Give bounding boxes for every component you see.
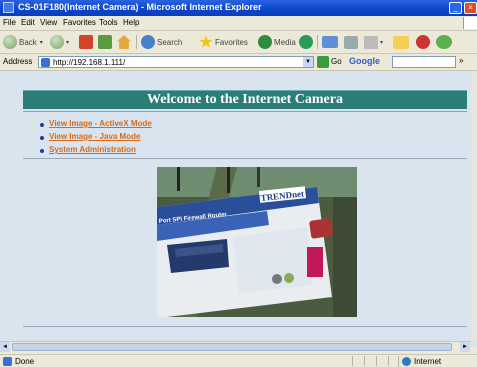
go-arrow-icon[interactable] xyxy=(317,56,329,68)
favorites-label: Favorites xyxy=(215,37,248,47)
menu-bar: File Edit View Favorites Tools Help xyxy=(0,16,477,31)
history-button[interactable] xyxy=(299,34,315,50)
menu-tools[interactable]: Tools xyxy=(99,18,118,27)
forward-button[interactable]: ▾ xyxy=(50,34,69,50)
page-content: Welcome to the Internet Camera View Imag… xyxy=(0,71,477,347)
back-button[interactable]: Back ▾ xyxy=(3,34,43,50)
heading-divider xyxy=(23,111,467,112)
edit-icon xyxy=(364,35,378,49)
favorites-star-icon xyxy=(199,35,213,48)
search-label: Search xyxy=(157,37,183,47)
forward-arrow-icon xyxy=(50,35,64,49)
scroll-right-icon[interactable]: ► xyxy=(460,342,470,352)
address-bar: Address http://192.168.1.111/ ▼ Go Googl… xyxy=(0,54,477,71)
mail-button[interactable] xyxy=(322,34,338,50)
menu-help[interactable]: Help xyxy=(123,18,139,27)
page-icon xyxy=(41,58,50,67)
toolbar-separator xyxy=(136,35,137,49)
camera-image: TRENDnet Port SPI Firewall Router xyxy=(157,167,357,317)
search-icon xyxy=(141,35,155,49)
close-button[interactable]: × xyxy=(464,2,477,14)
stop-button[interactable] xyxy=(79,34,93,50)
edit-button[interactable]: ▾ xyxy=(364,34,383,50)
address-label: Address xyxy=(3,57,33,66)
link-activex-mode[interactable]: View Image - ActiveX Mode xyxy=(49,119,152,128)
media-button[interactable]: Media xyxy=(258,34,296,50)
status-text: Done xyxy=(15,357,35,366)
refresh-button[interactable] xyxy=(98,34,112,50)
link-system-administration[interactable]: System Administration xyxy=(49,145,136,154)
print-button[interactable] xyxy=(344,34,358,50)
standard-toolbar: Back ▾ ▾ Search Favorites Media ▾ xyxy=(0,31,477,54)
bullet-icon xyxy=(40,149,44,153)
links-divider xyxy=(23,158,467,159)
image-divider xyxy=(23,326,467,327)
browser-window: CS-01F180(Internet Camera) - Microsoft I… xyxy=(0,0,477,367)
print-icon xyxy=(344,35,358,49)
bullet-icon xyxy=(40,123,44,127)
messenger-icon xyxy=(436,35,452,49)
home-button[interactable] xyxy=(117,34,131,50)
stop-icon xyxy=(79,35,93,49)
vertical-scrollbar[interactable] xyxy=(471,71,477,341)
messenger-button[interactable] xyxy=(436,34,452,50)
back-arrow-icon xyxy=(3,35,17,49)
address-url[interactable]: http://192.168.1.111/ xyxy=(53,58,125,67)
mail-icon xyxy=(322,36,338,48)
security-zone: Internet xyxy=(398,356,477,367)
go-button[interactable]: Go xyxy=(331,57,342,66)
globe-icon xyxy=(402,357,411,366)
toolbar-separator xyxy=(317,35,318,49)
folder-button[interactable] xyxy=(393,34,409,50)
zone-label: Internet xyxy=(414,357,442,366)
status-cell xyxy=(352,356,363,366)
title-bar: CS-01F180(Internet Camera) - Microsoft I… xyxy=(0,0,477,16)
horizontal-scrollbar[interactable]: ◄ ► xyxy=(0,341,471,353)
search-button[interactable]: Search xyxy=(141,34,182,50)
address-input[interactable]: http://192.168.1.111/ ▼ xyxy=(38,56,314,68)
menu-view[interactable]: View xyxy=(40,18,57,27)
folder-icon xyxy=(393,35,409,49)
address-dropdown-icon[interactable]: ▼ xyxy=(303,57,313,67)
edit-dropdown-icon[interactable]: ▾ xyxy=(380,39,383,46)
status-bar: Done Internet xyxy=(0,354,477,367)
status-page-icon xyxy=(3,357,12,366)
menu-favorites[interactable]: Favorites xyxy=(63,18,96,27)
msn-butterfly-icon xyxy=(416,35,430,49)
minimize-button[interactable]: _ xyxy=(449,2,462,14)
google-toolbar-logo[interactable]: Google xyxy=(349,56,380,66)
media-icon xyxy=(258,35,272,49)
windows-logo-icon xyxy=(463,17,477,29)
page-heading: Welcome to the Internet Camera xyxy=(147,92,343,107)
menu-file[interactable]: File xyxy=(3,18,16,27)
forward-dropdown-icon[interactable]: ▾ xyxy=(66,39,69,46)
google-search-input[interactable] xyxy=(392,56,456,68)
back-dropdown-icon[interactable]: ▾ xyxy=(40,39,43,46)
link-java-mode[interactable]: View Image - Java Mode xyxy=(49,132,140,141)
msn-button[interactable] xyxy=(416,34,430,50)
camera-snapshot: TRENDnet Port SPI Firewall Router xyxy=(157,167,357,317)
status-cell xyxy=(376,356,387,366)
favorites-button[interactable]: Favorites xyxy=(199,34,248,50)
back-label: Back xyxy=(19,37,37,47)
media-label: Media xyxy=(274,37,296,47)
scrollbar-thumb[interactable] xyxy=(12,343,452,351)
toolbar-chevron[interactable]: » xyxy=(459,56,463,65)
refresh-icon xyxy=(98,35,112,49)
history-icon xyxy=(299,35,313,49)
home-icon xyxy=(117,35,131,49)
ie-app-icon xyxy=(3,2,14,13)
scroll-left-icon[interactable]: ◄ xyxy=(0,342,10,352)
status-cell xyxy=(364,356,375,366)
welcome-banner: Welcome to the Internet Camera xyxy=(23,90,467,109)
bullet-icon xyxy=(40,136,44,140)
menu-edit[interactable]: Edit xyxy=(21,18,35,27)
window-title: CS-01F180(Internet Camera) - Microsoft I… xyxy=(18,2,262,12)
